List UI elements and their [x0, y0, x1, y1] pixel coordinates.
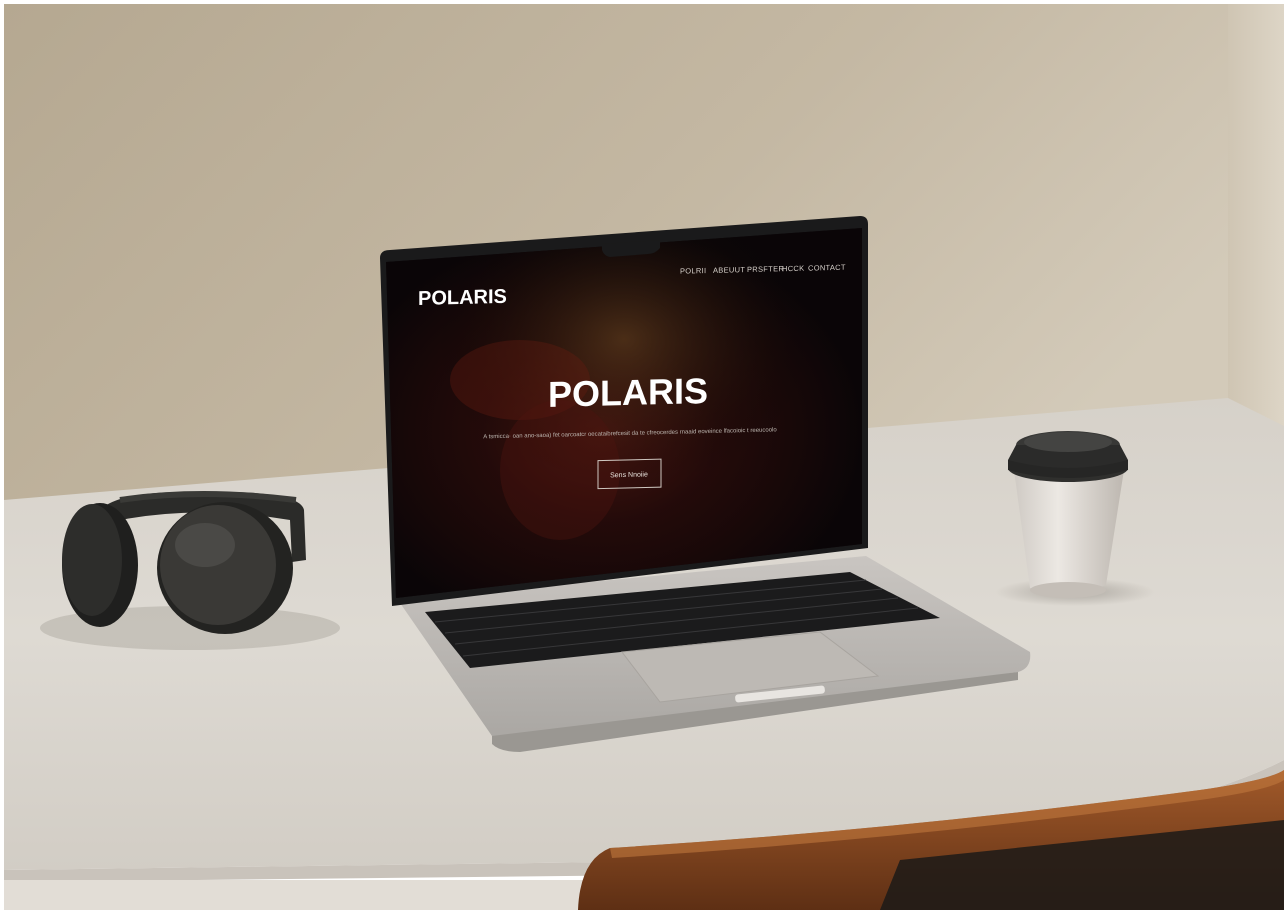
nav-item-2[interactable]: ABEUUT — [713, 265, 745, 275]
cta-button-label[interactable]: Sens Nnoiie — [610, 471, 648, 479]
nav-item-5[interactable]: CONTACT — [808, 263, 846, 273]
nav-item-3[interactable]: PRSFTER — [747, 264, 784, 274]
nav-item-4[interactable]: HCCK — [782, 264, 804, 274]
side-wall — [1228, 4, 1284, 430]
hero-title: POLARIS — [548, 370, 708, 415]
nav-item-1[interactable]: POLRII — [680, 266, 706, 276]
site-logo[interactable]: POLARIS — [418, 286, 507, 310]
desk-scene: POLARIS POLRII ABEUUT PRSFTER HCCK CONTA… — [0, 0, 1288, 918]
